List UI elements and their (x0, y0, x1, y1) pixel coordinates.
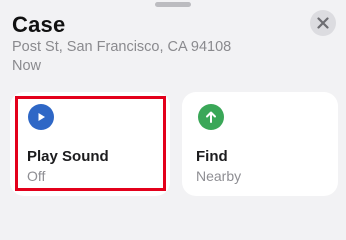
device-title: Case (12, 12, 66, 37)
play-sound-status: Off (27, 168, 46, 184)
find-status: Nearby (196, 168, 242, 184)
close-icon (317, 17, 329, 29)
device-address: Post St, San Francisco, CA 94108 (12, 39, 232, 55)
device-sheet: Case Post St, San Francisco, CA 94108 No… (0, 0, 346, 209)
play-icon (28, 104, 54, 130)
find-label: Find (196, 148, 228, 165)
play-sound-card[interactable]: Play Sound Off (10, 92, 170, 196)
sheet-grabber[interactable] (155, 2, 191, 7)
close-button[interactable] (310, 10, 336, 36)
arrow-up-icon (198, 104, 224, 130)
play-sound-label: Play Sound (27, 148, 109, 165)
find-nearby-card[interactable]: Find Nearby (182, 92, 338, 196)
location-timestamp: Now (12, 58, 42, 74)
